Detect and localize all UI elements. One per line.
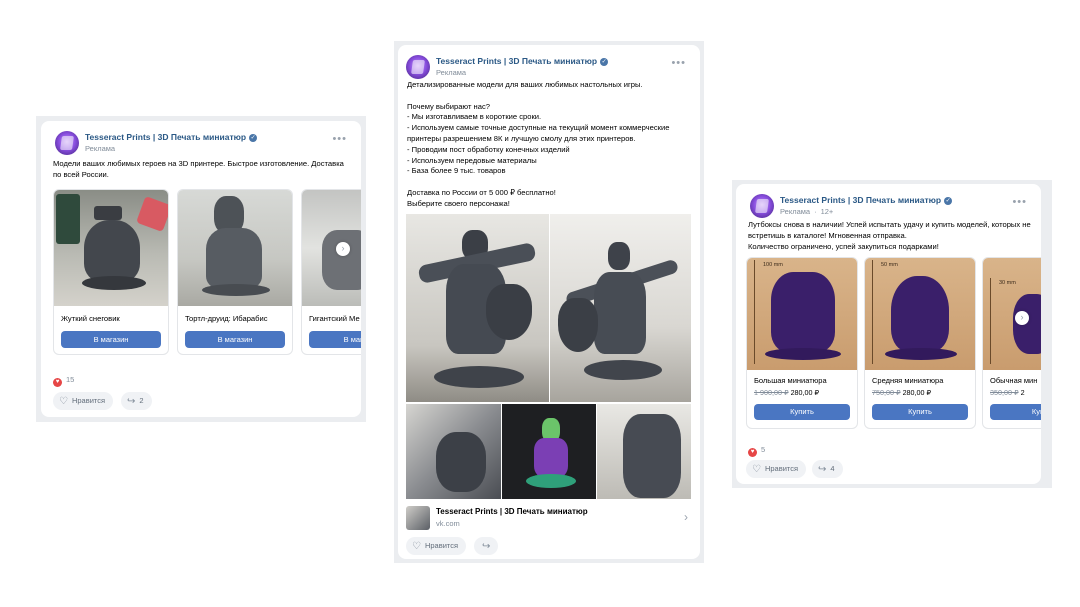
- community-name[interactable]: Tesseract Prints | 3D Печать миниатюр: [780, 195, 941, 205]
- post-photo[interactable]: [550, 214, 691, 402]
- verified-icon: ✓: [944, 197, 953, 205]
- product-price: 750,00 ₽ 280,00 ₽: [872, 388, 931, 397]
- verified-icon: ✓: [600, 58, 609, 66]
- share-button[interactable]: ↪ 4: [812, 460, 843, 478]
- heart-outline-icon: ♡: [412, 541, 421, 552]
- like-button[interactable]: ♡ Нравится: [406, 537, 467, 555]
- age-rating: 12+: [820, 207, 834, 216]
- buy-button[interactable]: Купить: [754, 404, 850, 420]
- heart-outline-icon: ♡: [59, 396, 68, 407]
- shop-button[interactable]: В магазин: [61, 331, 161, 348]
- share-button[interactable]: ↪: [474, 537, 499, 555]
- link-snippet[interactable]: Tesseract Prints | 3D Печать миниатюр vk…: [406, 506, 692, 530]
- size-label: 50 mm: [881, 262, 898, 268]
- more-options-icon[interactable]: •••: [671, 57, 686, 69]
- verified-icon: ✓: [249, 134, 258, 142]
- current-price: 2: [1020, 388, 1025, 397]
- product-card[interactable]: Тортл-друид: Ибарабис В магазин: [177, 189, 293, 355]
- product-title[interactable]: Тортл-друид: Ибарабис: [185, 314, 268, 323]
- link-title[interactable]: Tesseract Prints | 3D Печать миниатюр: [436, 507, 588, 516]
- old-price: 350,00 ₽: [990, 388, 1019, 397]
- post-text: Модели ваших любимых героев на 3D принте…: [53, 159, 344, 179]
- carousel-next-arrow[interactable]: ›: [1015, 311, 1029, 325]
- size-label: 100 mm: [763, 262, 783, 268]
- shop-button[interactable]: В магазин: [185, 331, 285, 348]
- product-card[interactable]: Жуткий снеговик В магазин: [53, 189, 169, 355]
- community-name[interactable]: Tesseract Prints | 3D Печать миниатюр: [85, 132, 246, 142]
- post-text: Лутбоксы снова в наличии! Успей испытать…: [748, 220, 1031, 251]
- product-image[interactable]: 100 mm: [747, 258, 857, 370]
- like-button[interactable]: ♡ Нравится: [53, 392, 114, 410]
- product-title[interactable]: Средняя миниатюра: [872, 376, 943, 385]
- post-right: Tesseract Prints | 3D Печать миниатюр ✓ Р…: [736, 184, 1041, 484]
- ad-label: Реклама: [85, 144, 116, 153]
- link-domain: vk.com: [436, 519, 460, 528]
- carousel-next-arrow[interactable]: ›: [336, 242, 350, 256]
- reactions-summary[interactable]: ♥ 15: [53, 375, 74, 387]
- reactions-summary[interactable]: ♥ 5: [748, 445, 765, 457]
- product-image[interactable]: 50 mm: [865, 258, 975, 370]
- product-price: 350,00 ₽ 2: [990, 388, 1025, 397]
- community-avatar[interactable]: [55, 131, 79, 155]
- product-image[interactable]: [54, 190, 168, 306]
- size-label: 30 mm: [999, 280, 1016, 286]
- post-photo[interactable]: [597, 404, 691, 499]
- post-center: Tesseract Prints | 3D Печать миниатюр ✓ Р…: [398, 45, 700, 559]
- likes-count: 5: [761, 445, 766, 454]
- post-photo[interactable]: [406, 404, 501, 499]
- share-icon: ↪: [482, 541, 491, 552]
- ad-label: Реклама: [436, 68, 467, 77]
- current-price: 280,00 ₽: [902, 388, 932, 397]
- community-name[interactable]: Tesseract Prints | 3D Печать миниатюр: [436, 56, 597, 66]
- product-title[interactable]: Жуткий снеговик: [61, 314, 120, 323]
- current-price: 280,00 ₽: [790, 388, 820, 397]
- share-icon: ↪: [127, 396, 136, 407]
- post-left: Tesseract Prints | 3D Печать миниатюр ✓ Р…: [41, 121, 361, 417]
- like-button[interactable]: ♡ Нравится: [746, 460, 807, 478]
- old-price: 750,00 ₽: [872, 388, 901, 397]
- more-options-icon[interactable]: •••: [332, 133, 347, 145]
- old-price: 1 900,00 ₽: [754, 388, 789, 397]
- heart-icon: ♥: [748, 448, 757, 457]
- shop-button[interactable]: В магази: [309, 331, 361, 348]
- product-carousel: 100 mm Большая миниатюра 1 900,00 ₽ 280,…: [746, 257, 1041, 429]
- buy-button[interactable]: Купить: [872, 404, 968, 420]
- post-photo[interactable]: [502, 404, 596, 499]
- likes-count: 15: [66, 375, 75, 384]
- product-card[interactable]: 50 mm Средняя миниатюра 750,00 ₽ 280,00 …: [864, 257, 976, 429]
- community-avatar[interactable]: [750, 194, 774, 218]
- product-card[interactable]: 100 mm Большая миниатюра 1 900,00 ₽ 280,…: [746, 257, 858, 429]
- product-card[interactable]: Гигантский Ме В магази: [301, 189, 361, 355]
- share-button[interactable]: ↪ 2: [121, 392, 152, 410]
- product-image[interactable]: [302, 190, 361, 306]
- link-thumbnail[interactable]: [406, 506, 430, 530]
- product-image[interactable]: 30 mm: [983, 258, 1041, 370]
- product-title[interactable]: Большая миниатюра: [754, 376, 827, 385]
- post-photo[interactable]: [406, 214, 549, 402]
- product-image[interactable]: [178, 190, 292, 306]
- more-options-icon[interactable]: •••: [1012, 196, 1027, 208]
- heart-outline-icon: ♡: [752, 464, 761, 475]
- ad-label: Реклама: [780, 207, 811, 216]
- product-title[interactable]: Обычная мин: [990, 376, 1037, 385]
- buy-button[interactable]: Куп: [990, 404, 1041, 420]
- product-title[interactable]: Гигантский Ме: [309, 314, 360, 323]
- post-text: Детализированные модели для ваших любимы…: [407, 80, 670, 208]
- community-avatar[interactable]: [406, 55, 430, 79]
- share-icon: ↪: [818, 464, 827, 475]
- product-card[interactable]: 30 mm Обычная мин 350,00 ₽ 2 Куп: [982, 257, 1041, 429]
- product-price: 1 900,00 ₽ 280,00 ₽: [754, 388, 819, 397]
- chevron-right-icon[interactable]: ›: [684, 510, 688, 524]
- product-carousel: Жуткий снеговик В магазин Тортл-друид: И…: [53, 189, 361, 357]
- heart-icon: ♥: [53, 378, 62, 387]
